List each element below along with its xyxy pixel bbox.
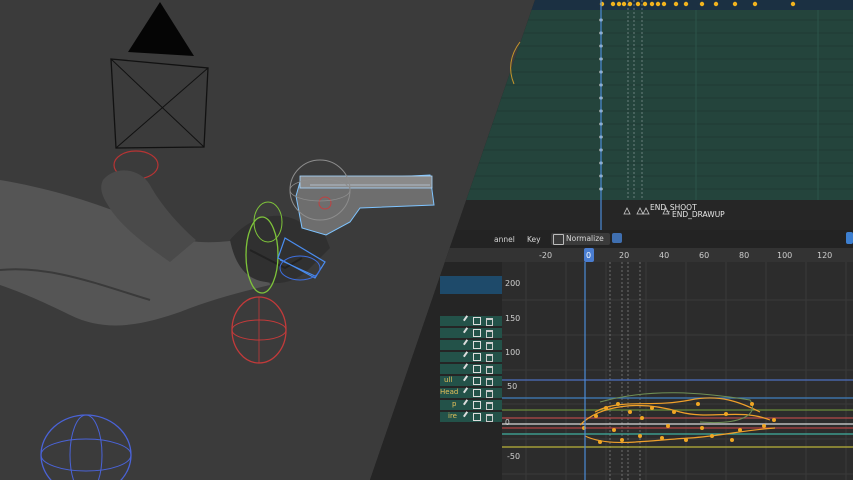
wrench-icon[interactable] — [463, 327, 473, 337]
lock-icon[interactable] — [486, 402, 493, 410]
channel-row[interactable]: p — [440, 399, 502, 410]
normalize-icon — [553, 234, 564, 245]
channel-row[interactable] — [440, 351, 502, 362]
checkbox-icon[interactable] — [473, 341, 481, 349]
y-tick: 100 — [505, 348, 521, 357]
x-tick: 40 — [659, 251, 670, 260]
wrench-icon[interactable] — [463, 387, 473, 397]
channel-label: ire — [448, 412, 457, 420]
wrench-icon[interactable] — [463, 411, 473, 421]
channel-row[interactable] — [440, 327, 502, 338]
checkbox-icon[interactable] — [473, 365, 481, 373]
wrench-icon[interactable] — [463, 399, 473, 409]
lock-icon[interactable] — [486, 378, 493, 386]
x-tick: 60 — [699, 251, 710, 260]
normalize-toggle[interactable]: Normalize — [551, 233, 610, 245]
checkbox-icon[interactable] — [473, 377, 481, 385]
normalize-mode-icon[interactable] — [612, 233, 622, 243]
wrench-icon[interactable] — [463, 339, 473, 349]
checkbox-icon[interactable] — [473, 413, 481, 421]
channel-row[interactable]: Head — [440, 387, 502, 398]
marker-end-drawup[interactable]: END_DRAWUP — [672, 210, 725, 219]
checkbox-icon[interactable] — [473, 317, 481, 325]
wrench-icon[interactable] — [463, 351, 473, 361]
channel-menu[interactable]: annel — [494, 235, 515, 244]
lock-icon[interactable] — [486, 342, 493, 350]
channel-label: ull — [444, 376, 453, 384]
key-menu[interactable]: Key — [527, 235, 541, 244]
x-tick: -20 — [539, 251, 553, 260]
lock-icon[interactable] — [486, 366, 493, 374]
lock-icon[interactable] — [486, 354, 493, 362]
y-tick: 200 — [505, 279, 521, 288]
channel-label: Head — [440, 388, 459, 396]
channel-label: p — [452, 400, 457, 408]
lock-icon[interactable] — [486, 390, 493, 398]
lock-icon[interactable] — [486, 330, 493, 338]
lock-icon[interactable] — [486, 414, 493, 422]
x-tick: 100 — [777, 251, 793, 260]
channel-row[interactable] — [440, 339, 502, 350]
channel-row[interactable]: ull — [440, 375, 502, 386]
wrench-icon[interactable] — [463, 363, 473, 373]
channel-row[interactable]: ire — [440, 411, 502, 422]
y-tick: -50 — [507, 452, 521, 461]
x-tick: 20 — [619, 251, 630, 260]
filter-toggle — [846, 232, 853, 244]
checkbox-icon[interactable] — [473, 401, 481, 409]
y-tick: 50 — [507, 382, 518, 391]
x-tick: 80 — [739, 251, 750, 260]
normalize-label: Normalize — [566, 234, 604, 243]
lock-icon[interactable] — [486, 318, 493, 326]
channel-row[interactable] — [440, 315, 502, 326]
channel-row[interactable] — [440, 363, 502, 374]
checkbox-icon[interactable] — [473, 329, 481, 337]
viewport-3d[interactable] — [0, 0, 853, 480]
current-frame-indicator[interactable]: 0 — [586, 251, 591, 260]
x-tick: 120 — [817, 251, 833, 260]
checkbox-icon[interactable] — [473, 353, 481, 361]
checkbox-icon[interactable] — [473, 389, 481, 397]
wrench-icon[interactable] — [463, 315, 473, 325]
wrench-icon[interactable] — [463, 375, 473, 385]
y-tick: 0 — [505, 418, 510, 427]
y-tick: 150 — [505, 314, 521, 323]
